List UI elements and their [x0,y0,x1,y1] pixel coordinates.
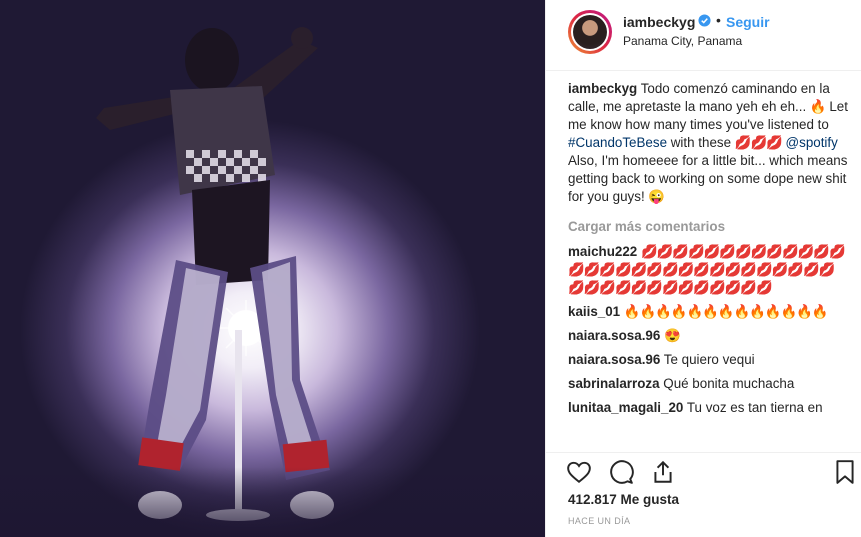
comment-text: 😍 [664,328,681,343]
avatar[interactable] [568,10,612,54]
comment-username[interactable]: naiara.sosa.96 [568,328,660,343]
comment-icon[interactable] [608,459,634,485]
comment: kaiis_01 🔥🔥🔥🔥🔥🔥🔥🔥🔥🔥🔥🔥🔥 [568,303,848,321]
load-more-comments-button[interactable]: Cargar más comentarios [568,218,848,236]
caption-username[interactable]: iambeckyg [568,81,637,96]
lips-emoji: 💋💋💋 [734,135,783,150]
separator-dot: • [716,12,721,28]
mention-link[interactable]: @spotify [786,135,838,150]
bookmark-icon[interactable] [832,459,858,485]
comment-username[interactable]: naiara.sosa.96 [568,352,660,367]
comment: naiara.sosa.96 Te quiero vequi [568,351,848,369]
comment-username[interactable]: lunitaa_magali_20 [568,400,683,415]
post-timestamp: HACE UN DÍA [568,516,631,526]
header-username[interactable]: iambeckyg [623,14,695,30]
comment-text: 🔥🔥🔥🔥🔥🔥🔥🔥🔥🔥🔥🔥🔥 [623,304,829,319]
comment: naiara.sosa.96 😍 [568,327,848,345]
comment: lunitaa_magali_20 Tu voz es tan tierna e… [568,399,848,417]
hashtag-link[interactable]: #CuandoTeBese [568,135,667,150]
comments-section: iambeckyg Todo comenzó caminando en la c… [568,80,848,423]
comment-username[interactable]: sabrinalarroza [568,376,660,391]
avatar-ring [571,13,609,51]
caption-text: with these [667,135,735,150]
instagram-post: iambeckyg • Seguir Panama City, Panama i… [0,0,861,537]
comment: maichu222 💋💋💋💋💋💋💋💋💋💋💋💋💋💋💋💋💋💋💋💋💋💋💋💋💋💋💋💋💋💋… [568,243,848,297]
comment-username[interactable]: maichu222 [568,244,637,259]
post-header: iambeckyg • Seguir Panama City, Panama [546,0,861,71]
comment-username[interactable]: kaiis_01 [568,304,620,319]
fire-emoji: 🔥 [809,99,827,114]
comment-text: Qué bonita muchacha [663,376,795,391]
performer-silhouette [96,27,334,521]
likes-count[interactable]: 412.817 Me gusta [568,492,679,507]
action-bar [546,452,861,487]
post-photo[interactable] [0,0,545,537]
caption: iambeckyg Todo comenzó caminando en la c… [568,80,848,206]
comment-text: Tu voz es tan tierna en [686,400,823,415]
caption-text: Also, I'm homeeee for a little bit... wh… [568,153,848,204]
comment: sabrinalarroza Qué bonita muchacha [568,375,848,393]
share-icon[interactable] [650,459,676,485]
follow-button[interactable]: Seguir [726,14,770,30]
comment-text: Te quiero vequi [663,352,755,367]
post-sidebar: iambeckyg • Seguir Panama City, Panama i… [545,0,861,537]
avatar-image [573,15,607,49]
verified-icon [698,14,711,27]
wink-emoji: 😜 [648,189,666,204]
location-link[interactable]: Panama City, Panama [623,34,742,48]
heart-icon[interactable] [566,459,592,485]
